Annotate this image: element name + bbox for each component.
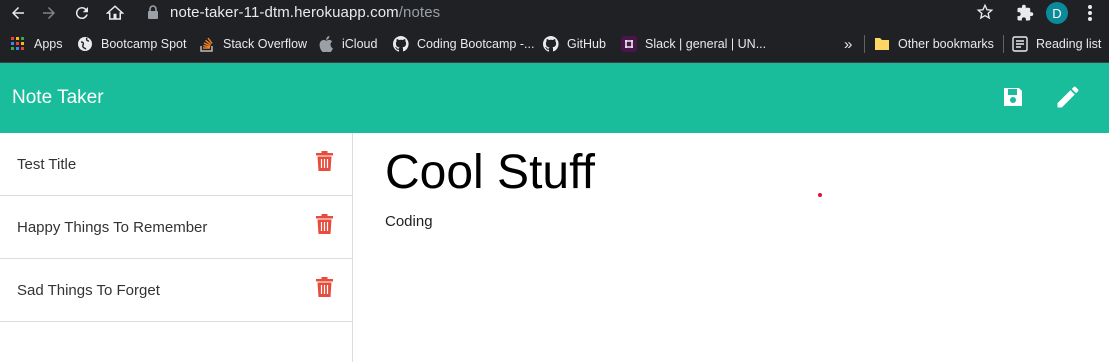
new-note-button[interactable] bbox=[1054, 83, 1082, 111]
bookmark-label: Other bookmarks bbox=[898, 37, 994, 51]
trash-icon[interactable] bbox=[316, 214, 333, 234]
bookmark-label: Stack Overflow bbox=[223, 37, 308, 51]
github-icon bbox=[393, 36, 409, 52]
bookmark-bootcamp-spot[interactable]: Bootcamp Spot bbox=[77, 34, 186, 54]
reading-list-icon bbox=[1012, 36, 1028, 52]
mouse-cursor-dot bbox=[818, 193, 822, 197]
lock-icon bbox=[147, 5, 159, 24]
reading-list-label: Reading list bbox=[1036, 37, 1102, 51]
bookmark-stack-overflow[interactable]: Stack Overflow bbox=[199, 34, 307, 54]
url-text: note-taker-11-dtm.herokuapp.com/notes bbox=[170, 4, 440, 21]
app-navbar: Note Taker bbox=[0, 63, 1109, 133]
bookmark-label: Bootcamp Spot bbox=[101, 37, 187, 51]
bookmark-label: Apps bbox=[34, 37, 63, 51]
chrome-menu-icon[interactable] bbox=[1079, 2, 1101, 24]
back-arrow-icon[interactable] bbox=[7, 2, 29, 24]
bookmark-label: GitHub bbox=[567, 37, 606, 51]
bookmark-slack[interactable]: Slack | general | UN... bbox=[621, 34, 766, 54]
trash-icon[interactable] bbox=[316, 151, 333, 171]
bookmarks-divider bbox=[1003, 35, 1004, 53]
bookmark-label: Coding Bootcamp -... bbox=[417, 37, 535, 51]
apps-grid-icon bbox=[10, 36, 26, 52]
apple-icon bbox=[318, 36, 334, 52]
reading-list-button[interactable]: Reading list bbox=[1012, 34, 1101, 54]
note-title-input[interactable]: Cool Stuff bbox=[385, 145, 595, 201]
home-icon[interactable] bbox=[104, 2, 126, 24]
url-path: /notes bbox=[398, 4, 441, 21]
bookmark-github[interactable]: GitHub bbox=[543, 34, 606, 54]
note-text-area[interactable]: Coding bbox=[385, 213, 433, 230]
note-item-title: Sad Things To Forget bbox=[17, 282, 160, 299]
note-item-title: Test Title bbox=[17, 156, 77, 173]
note-list-item[interactable]: Happy Things To Remember bbox=[0, 196, 352, 259]
profile-initial: D bbox=[1046, 2, 1068, 24]
reload-icon[interactable] bbox=[71, 2, 93, 24]
github-icon bbox=[543, 36, 559, 52]
folder-icon bbox=[874, 36, 890, 52]
bookmarks-divider bbox=[864, 35, 865, 53]
browser-toolbar: note-taker-11-dtm.herokuapp.com/notes D bbox=[0, 0, 1109, 26]
star-bookmark-icon[interactable] bbox=[976, 3, 994, 26]
bookmark-coding-bootcamp[interactable]: Coding Bootcamp -... bbox=[393, 34, 534, 54]
slack-icon bbox=[621, 36, 637, 52]
address-bar[interactable]: note-taker-11-dtm.herokuapp.com/notes bbox=[137, 0, 1007, 25]
trash-icon[interactable] bbox=[316, 277, 333, 297]
bookmark-label: Slack | general | UN... bbox=[645, 37, 767, 51]
profile-avatar[interactable]: D bbox=[1046, 2, 1068, 24]
note-editor: Cool Stuff Coding bbox=[353, 133, 1109, 362]
pencil-icon bbox=[1057, 86, 1079, 108]
forward-arrow-icon[interactable] bbox=[38, 2, 60, 24]
bookmark-label: iCloud bbox=[342, 37, 378, 51]
bookmark-apps[interactable]: Apps bbox=[10, 34, 63, 54]
globe-icon bbox=[77, 36, 93, 52]
notes-list: Test Title Happy Things To Remember Sad … bbox=[0, 133, 353, 362]
note-list-item[interactable]: Sad Things To Forget bbox=[0, 259, 352, 322]
url-host: note-taker-11-dtm.herokuapp.com bbox=[170, 4, 399, 21]
save-note-button[interactable] bbox=[999, 83, 1027, 111]
note-list-item[interactable]: Test Title bbox=[0, 133, 352, 196]
save-icon bbox=[1004, 88, 1022, 106]
note-item-title: Happy Things To Remember bbox=[17, 219, 208, 236]
stack-overflow-icon bbox=[199, 36, 215, 52]
bookmark-other-bookmarks[interactable]: Other bookmarks bbox=[874, 34, 994, 54]
bookmarks-overflow-chevron[interactable]: » bbox=[844, 34, 852, 54]
extensions-puzzle-icon[interactable] bbox=[1014, 2, 1036, 24]
bookmark-icloud[interactable]: iCloud bbox=[318, 34, 377, 54]
app-title[interactable]: Note Taker bbox=[12, 87, 104, 109]
bookmarks-bar: Apps Bootcamp Spot Stack Overflow iCloud… bbox=[0, 26, 1109, 63]
